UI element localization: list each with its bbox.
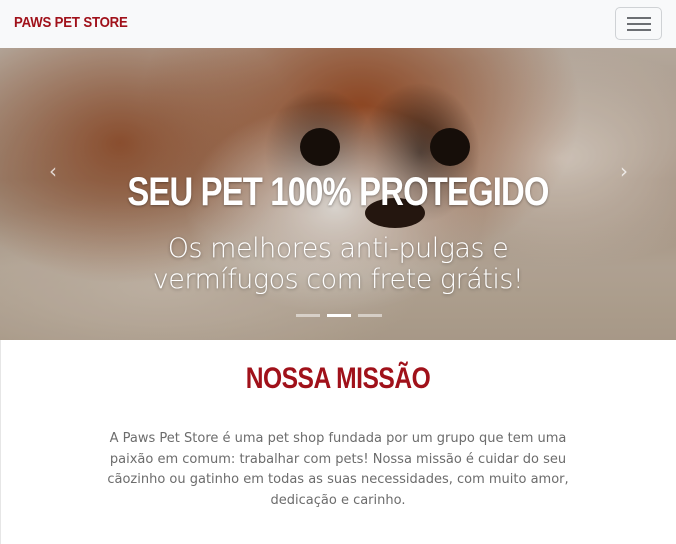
hero-carousel: ‹ › SEU PET 100% PROTEGIDO Os melhores a… (0, 48, 676, 340)
carousel-prev-control[interactable]: ‹ (45, 158, 61, 184)
chevron-right-icon: › (620, 159, 628, 183)
navbar-toggler-button[interactable] (615, 7, 662, 40)
mission-heading: NOSSA MISSÃO (245, 362, 431, 395)
hamburger-menu-icon-bar (627, 29, 651, 31)
carousel-caption-text: Os melhores anti-pulgas e vermífugos com… (152, 233, 524, 295)
hamburger-menu-icon (627, 17, 651, 19)
carousel-caption-title: SEU PET 100% PROTEGIDO (127, 170, 549, 214)
mission-paragraph: A Paws Pet Store é uma pet shop fundada … (107, 431, 569, 508)
carousel-indicator-1[interactable] (296, 314, 320, 317)
page-edge-divider (0, 340, 1, 544)
brand-logo-link[interactable]: PAWS PET STORE (14, 14, 128, 31)
carousel-indicator-3[interactable] (358, 314, 382, 317)
navbar: PAWS PET STORE (0, 0, 676, 48)
carousel-indicator-2-active[interactable] (327, 314, 351, 317)
carousel-indicators (296, 314, 386, 318)
carousel-next-control[interactable]: › (616, 158, 632, 184)
hamburger-menu-icon-bar (627, 23, 651, 25)
chevron-left-icon: ‹ (49, 159, 57, 183)
